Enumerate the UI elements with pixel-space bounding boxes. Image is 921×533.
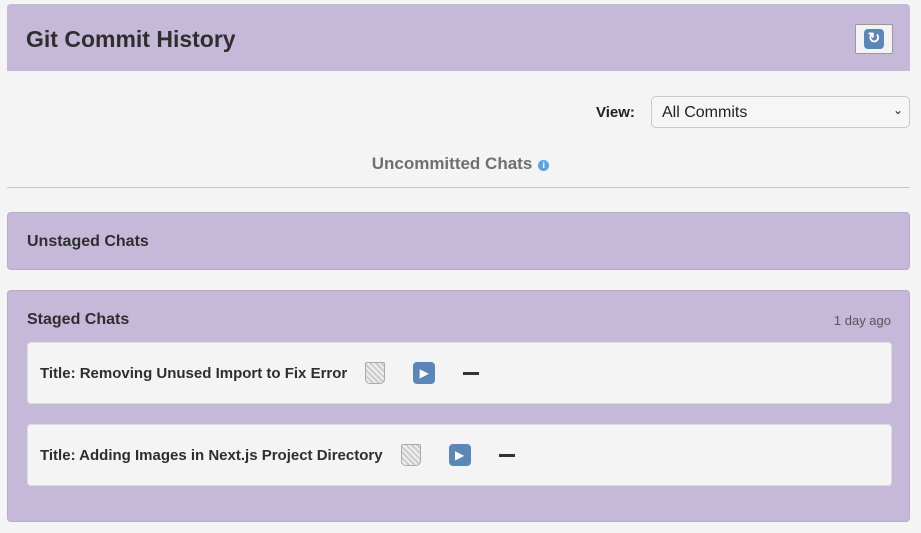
view-select[interactable]: All Commits ⌄ [651,96,910,128]
staged-title: Staged Chats [27,311,130,328]
uncommitted-title: Uncommitted Chats [371,154,533,173]
divider [7,187,910,188]
staged-section: Staged Chats 1 day ago Title: Removing U… [7,290,910,522]
trash-icon[interactable] [365,362,386,384]
unstaged-title: Unstaged Chats [27,233,149,250]
trash-icon[interactable] [400,444,421,466]
play-icon[interactable]: ▶ [413,362,436,384]
minus-icon[interactable] [463,371,480,375]
play-icon[interactable]: ▶ [448,444,471,466]
list-item: Title: Adding Images in Next.js Project … [27,424,892,486]
chevron-down-icon: ⌄ [892,103,903,117]
page-title: Git Commit History [26,26,236,52]
view-select-value: All Commits [662,104,748,121]
list-item: Title: Removing Unused Import to Fix Err… [27,342,892,404]
chat-title: Title: Removing Unused Import to Fix Err… [40,364,348,382]
view-label: View: [596,104,635,121]
minus-icon[interactable] [498,453,515,457]
app-header: Git Commit History ↻ [7,4,910,71]
refresh-icon: ↻ [864,29,884,49]
refresh-button[interactable]: ↻ [855,24,893,54]
unstaged-section: Unstaged Chats [7,212,910,270]
chat-title: Title: Adding Images in Next.js Project … [40,446,383,464]
uncommitted-heading: Uncommitted Chats i [0,154,921,174]
staged-time: 1 day ago [833,313,891,328]
info-icon[interactable]: i [538,160,550,171]
